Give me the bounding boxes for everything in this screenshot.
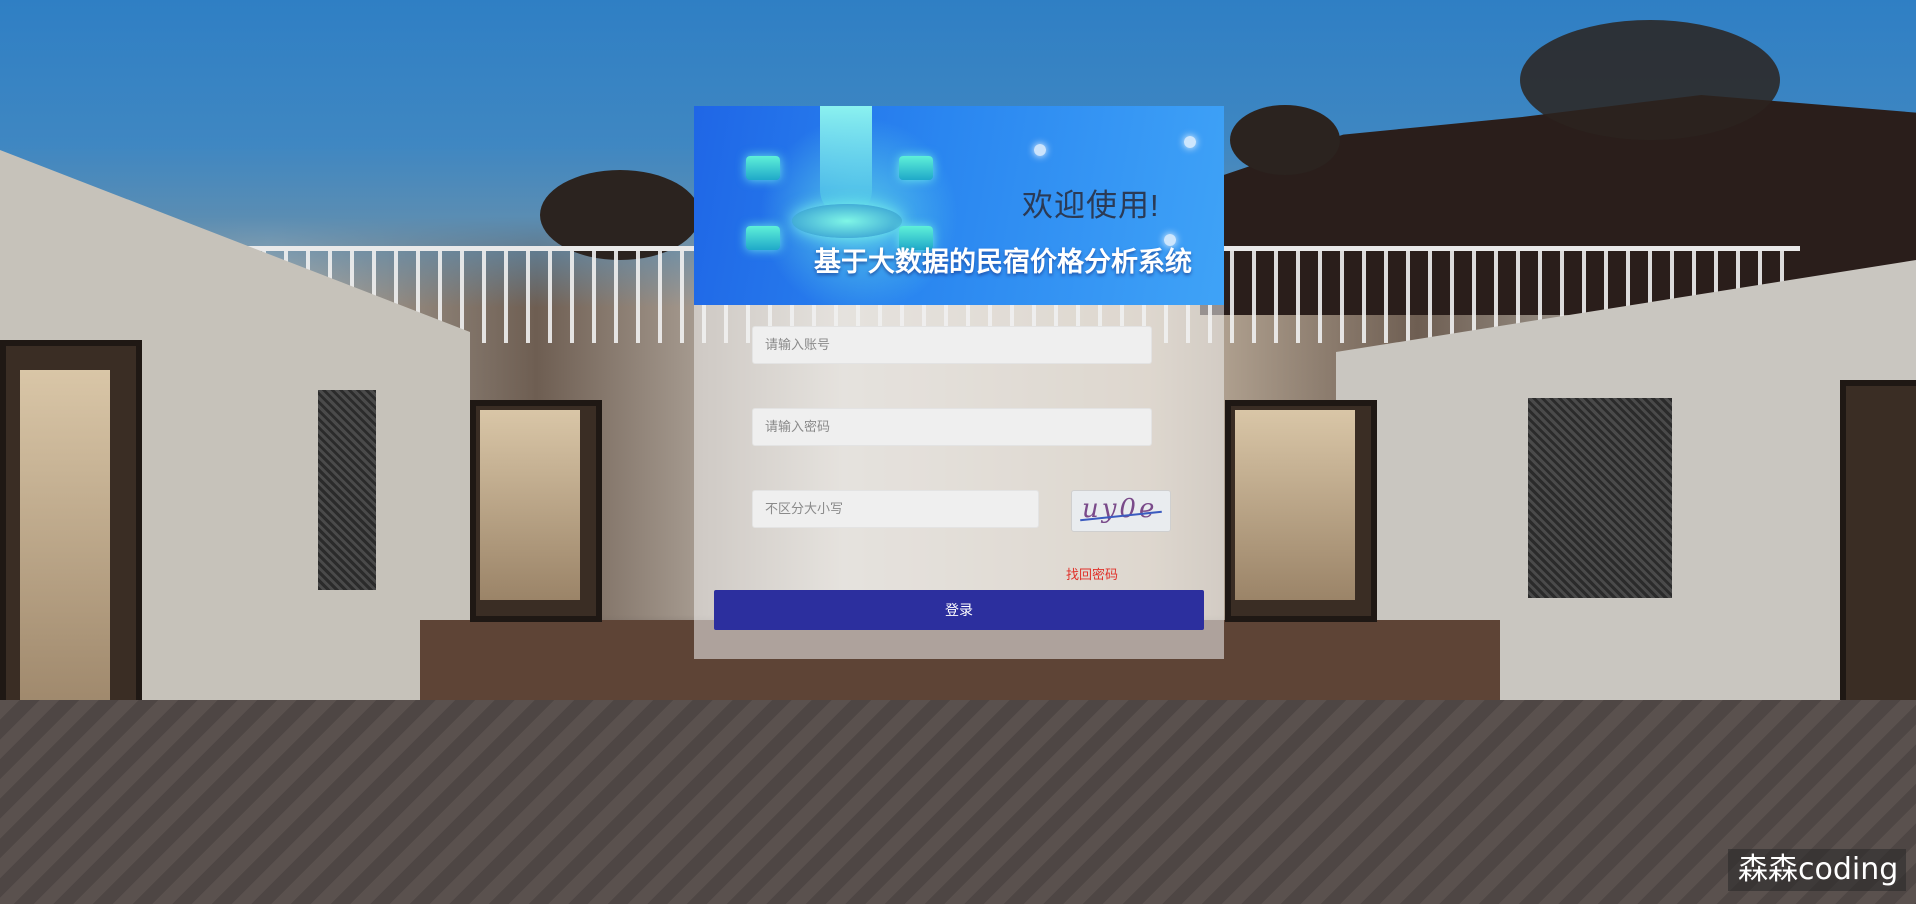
data-platform-illustration bbox=[792, 204, 902, 238]
background-door-glass bbox=[1235, 410, 1355, 600]
account-input[interactable] bbox=[752, 326, 1152, 364]
background-tree bbox=[1520, 20, 1780, 140]
password-input[interactable] bbox=[752, 408, 1152, 446]
server-icon bbox=[899, 156, 933, 180]
login-banner: 欢迎使用! 基于大数据的民宿价格分析系统 bbox=[694, 106, 1224, 305]
server-icon bbox=[746, 226, 780, 250]
network-node-icon bbox=[1034, 144, 1046, 156]
background-tree bbox=[1230, 105, 1340, 175]
login-button[interactable]: 登录 bbox=[714, 590, 1204, 630]
forgot-password-link[interactable]: 找回密码 bbox=[1066, 564, 1118, 583]
background-mesh-panel bbox=[318, 390, 376, 590]
server-icon bbox=[746, 156, 780, 180]
login-card: 欢迎使用! 基于大数据的民宿价格分析系统 uy0e 找回密码 登录 bbox=[694, 106, 1224, 659]
captcha-input[interactable] bbox=[752, 490, 1039, 528]
background-door-glass bbox=[480, 410, 580, 600]
system-title: 基于大数据的民宿价格分析系统 bbox=[814, 247, 1192, 278]
data-pillar-illustration bbox=[820, 106, 872, 216]
captcha-image[interactable]: uy0e bbox=[1071, 490, 1171, 532]
background-ground bbox=[0, 700, 1916, 904]
welcome-text: 欢迎使用! bbox=[1022, 188, 1160, 223]
background-door bbox=[1840, 380, 1916, 722]
background-door-glass bbox=[20, 370, 110, 730]
background-mesh-panel bbox=[1528, 398, 1672, 598]
network-node-icon bbox=[1184, 136, 1196, 148]
watermark: 森森coding bbox=[1728, 849, 1906, 891]
